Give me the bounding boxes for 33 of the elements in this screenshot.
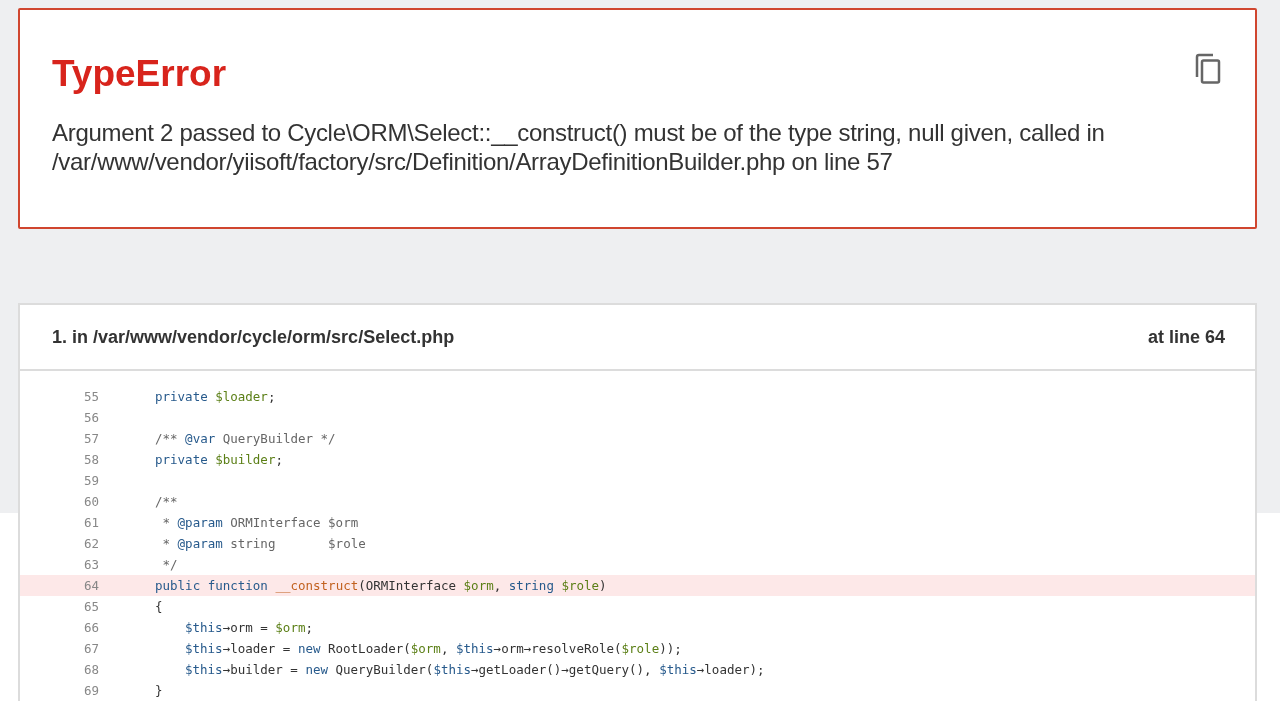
line-number: 61 [82,515,99,530]
code-line: /** [155,494,178,509]
copy-icon [1194,53,1222,85]
code-line: public function __construct(ORMInterface $orm, string $role) [155,578,607,593]
code-line: private $loader; [155,389,276,404]
line-number: 58 [82,452,99,467]
line-number: 66 [82,620,99,635]
code-line: * @param ORMInterface $orm [161,515,359,530]
line-number: 59 [82,473,99,488]
line-number: 63 [82,557,99,572]
error-message: Argument 2 passed to Cycle\ORM\Select::__construct() must be of the type string, null given, called in /var/www/vendor/yiisoft/factory/src/Definition/ArrayDefinitionBuilder.php on line 57 [52,118,1106,176]
code-line: $this→builder = new QueryBuilder($this→getLoader()→getQuery(), $this→loader); [185,662,765,677]
code-line: } [155,683,163,698]
code-line: $this→loader = new RootLoader($orm, $this→orm→resolveRole($role)); [185,641,682,656]
code-line: $this→orm = $orm; [185,620,313,635]
line-number: 55 [82,389,99,404]
file-path: 1. in /var/www/vendor/cycle/orm/src/Select.php [52,326,455,348]
line-number: 56 [82,410,99,425]
code-line: * @param string $role [161,536,366,551]
code-line: private $builder; [155,452,283,467]
line-number: 64 [82,578,99,593]
error-title: TypeError [52,52,227,96]
line-number: 69 [82,683,99,698]
line-number: 60 [82,494,99,509]
line-label: at line 64 [1147,326,1225,348]
line-number: 57 [82,431,99,446]
code-line: { [155,599,163,614]
code-line: /** @var QueryBuilder */ [155,431,336,446]
line-number: 68 [82,662,99,677]
line-number: 65 [82,599,99,614]
line-number: 62 [82,536,99,551]
line-number: 67 [82,641,99,656]
code-line: */ [161,557,178,572]
